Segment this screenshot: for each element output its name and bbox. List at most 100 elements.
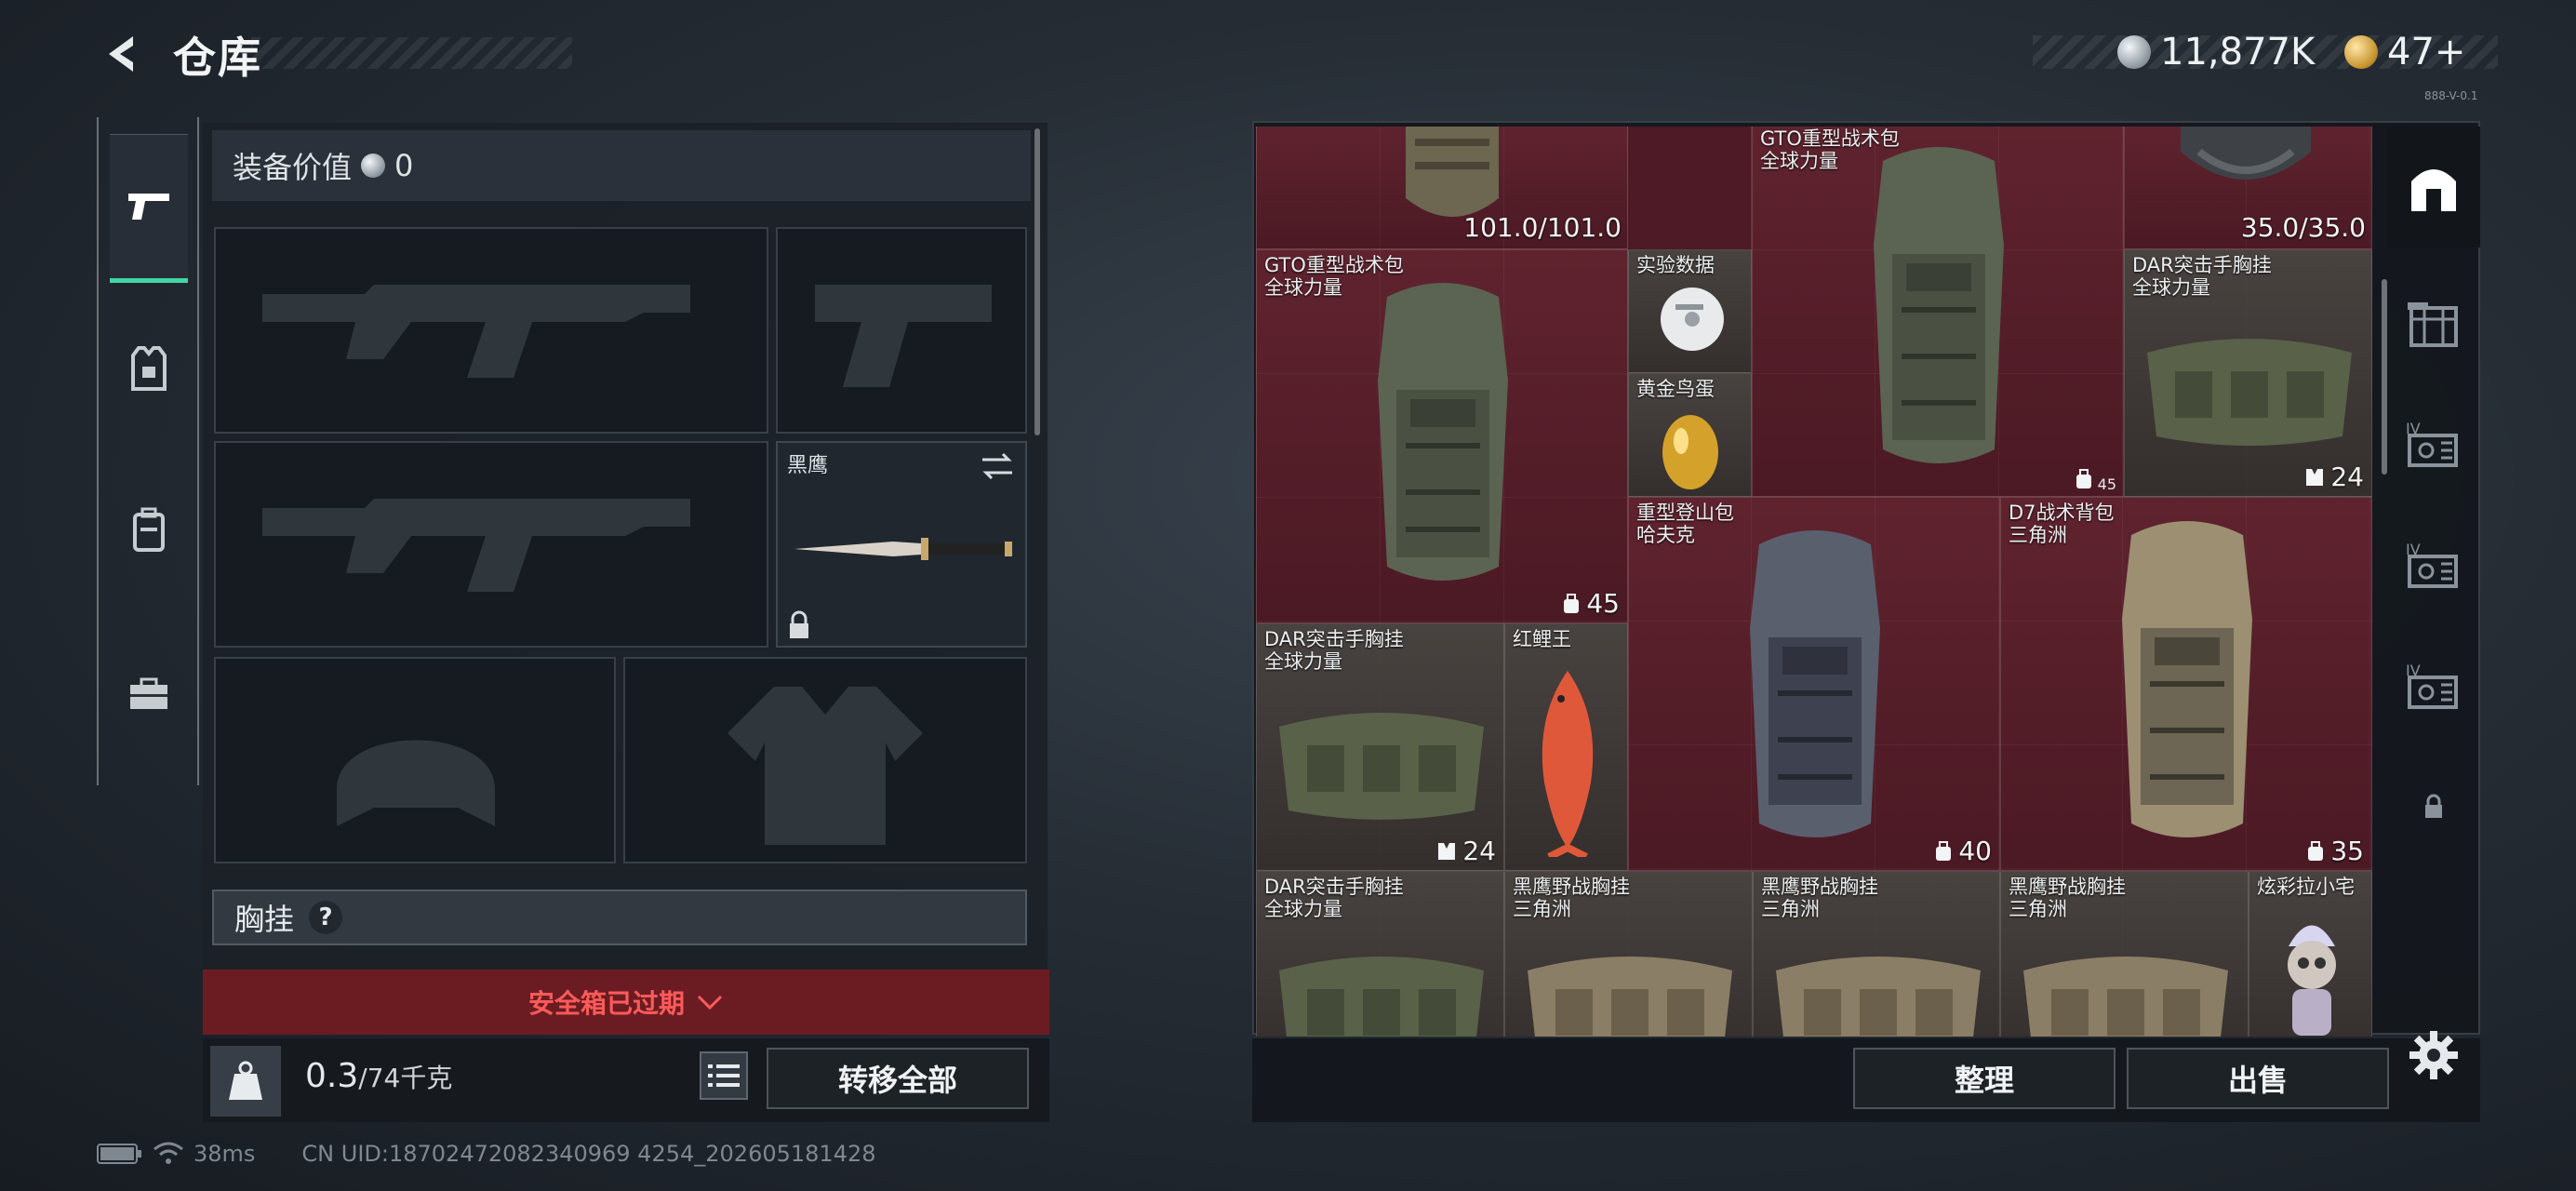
item-count: 40 [1934,836,1992,866]
version-label: 888-V-0.1 [2424,89,2478,102]
item-count: 45 [1562,588,1620,619]
settings-button[interactable] [2406,1027,2462,1083]
stash-item-dar-top-right[interactable]: DAR突击手胸挂 全球力量 24 [2124,249,2372,497]
back-button[interactable] [93,26,149,82]
lock-icon [2425,794,2442,818]
lock-icon [790,610,808,638]
safebox-expired-text: 安全箱已过期 [527,988,685,1019]
fish-image [1542,671,1594,857]
item-brand: 三角洲 [2009,524,2067,546]
tab-supply[interactable] [110,620,188,769]
tab-stash-page-1[interactable] [2387,262,2480,383]
tab-stash-locked[interactable] [2387,746,2480,867]
vest-capacity-icon [1438,842,1456,860]
item-brand: 全球力量 [1760,150,1838,172]
loadout-scrollbar[interactable] [1034,128,1040,435]
organize-button[interactable]: 整理 [1853,1048,2116,1109]
item-name: DAR突击手胸挂 [1264,628,1404,650]
weight-readout: 0.3/74千克 [305,1057,452,1095]
stash-page-tabs: IV IV IV [2387,127,2480,1035]
item-brand: 全球力量 [1264,276,1342,299]
rifle-silhouette-icon [262,285,690,378]
gear-icon [2409,1031,2458,1079]
wifi-icon [153,1142,183,1164]
primary-weapon-slot[interactable] [214,227,768,434]
item-brand: 三角洲 [1513,898,1571,920]
stash-item-helmet-top[interactable]: 35.0/35.0 [2124,127,2372,249]
d7-backpack-image [2122,521,2252,837]
pistol-icon [128,194,169,220]
figurine-image [2288,925,2336,1036]
stash-item-dar-mid-left[interactable]: DAR突击手胸挂 全球力量 24 [1256,623,1504,871]
mountain-backpack-image [1750,530,1880,837]
stash-item-red-carp[interactable]: 红鲤王 [1504,623,1628,871]
armor-silhouette-icon [727,687,923,845]
item-count: 24 [2304,462,2364,492]
tab-stash-home[interactable] [2387,127,2480,248]
transfer-all-button[interactable]: 转移全部 [767,1048,1029,1109]
vest-capacity-icon [2306,468,2324,486]
stash-item-dar-bottom[interactable]: DAR突击手胸挂 全球力量 [1256,871,1504,1037]
item-count: 35 [2306,836,2364,866]
battery-icon [97,1144,141,1164]
gold-coin-icon [2344,35,2378,69]
melee-slot[interactable]: 黑鹰 [776,441,1027,648]
tab-armor[interactable] [110,294,188,443]
help-icon[interactable]: ? [309,901,343,934]
back-arrow-icon [109,36,133,72]
golden-egg-image [1662,415,1718,489]
safe-box-iv-icon: IV [2406,541,2458,588]
item-brand: 全球力量 [2132,276,2210,299]
list-view-button[interactable] [700,1051,748,1100]
equipment-value: 0 [394,148,414,183]
tab-stash-page-3[interactable]: IV [2387,504,2480,625]
chest-rig-image [1776,957,1981,1037]
item-name: GTO重型战术包 [1760,127,1900,150]
stash-item-top-left[interactable]: 101.0/101.0 [1256,127,1628,249]
stash-item-hawk-rig-3[interactable]: 黑鹰野战胸挂 三角洲 [2000,871,2249,1037]
stash-item-d7-pack[interactable]: D7战术背包 三角洲 35 [2000,497,2372,871]
item-name: GTO重型战术包 [1264,254,1404,276]
pistol-silhouette-icon [815,285,992,387]
stash-item-experiment-data[interactable]: 实验数据 [1628,249,1752,373]
stash-item-gto-left[interactable]: GTO重型战术包 全球力量 45 [1256,249,1628,623]
silver-currency: 11,877K [2117,26,2315,78]
item-brand: 三角洲 [2009,898,2067,920]
safebox-expired-banner[interactable]: 安全箱已过期 [203,970,1049,1035]
sell-button[interactable]: 出售 [2127,1048,2389,1109]
crate-icon [2408,302,2458,347]
item-name: 实验数据 [1636,254,1715,276]
tab-backpack[interactable] [110,456,188,605]
stash-item-mountain-pack[interactable]: 重型登山包 哈夫克 40 [1628,497,2000,871]
tactical-backpack-image [1874,147,2004,463]
stash-item-figurine[interactable]: 炫彩拉小宅 [2249,871,2372,1037]
body-armor-slot[interactable] [623,657,1027,863]
equipment-value-row: 装备价值 0 [212,130,1031,201]
weight-indicator [210,1046,281,1117]
item-name: DAR突击手胸挂 [2132,254,2272,276]
stash-item-hawk-rig-2[interactable]: 黑鹰野战胸挂 三角洲 [1753,871,2000,1037]
helmet-image [2181,127,2311,180]
sidearm-slot[interactable] [776,227,1027,434]
item-durability: 35.0/35.0 [2240,212,2366,243]
stash-item-hawk-rig-1[interactable]: 黑鹰野战胸挂 三角洲 [1504,871,1753,1037]
swap-icon[interactable] [979,450,1016,482]
item-name: D7战术背包 [2009,502,2115,524]
stash-item-gto-top[interactable]: GTO重型战术包 全球力量 [1752,127,2124,497]
secondary-weapon-slot[interactable] [214,441,768,648]
item-durability: 101.0/101.0 [1463,212,1622,243]
rifle-silhouette-icon [262,499,690,592]
status-bar: 38ms CN UID:18702472082340969 4254_20260… [97,1141,876,1167]
helmet-slot[interactable] [214,657,616,863]
stash-grid: 101.0/101.0 GTO重型战术包 全球力量 35.0/35.0 GTO重… [1256,127,2372,1037]
melee-name: 黑鹰 [787,454,829,477]
tab-stash-page-2[interactable]: IV [2387,383,2480,504]
gold-currency[interactable]: 47+ [2344,26,2465,78]
chest-rig-image [1279,957,1484,1037]
stash-item-golden-egg[interactable]: 黄金鸟蛋 [1628,373,1752,497]
tab-weapon[interactable] [110,134,188,283]
backpack-capacity-icon [2308,840,2324,861]
tab-stash-page-4[interactable]: IV [2387,625,2480,746]
weight-max: /74千克 [358,1063,453,1093]
chest-rig-image [2147,339,2352,446]
